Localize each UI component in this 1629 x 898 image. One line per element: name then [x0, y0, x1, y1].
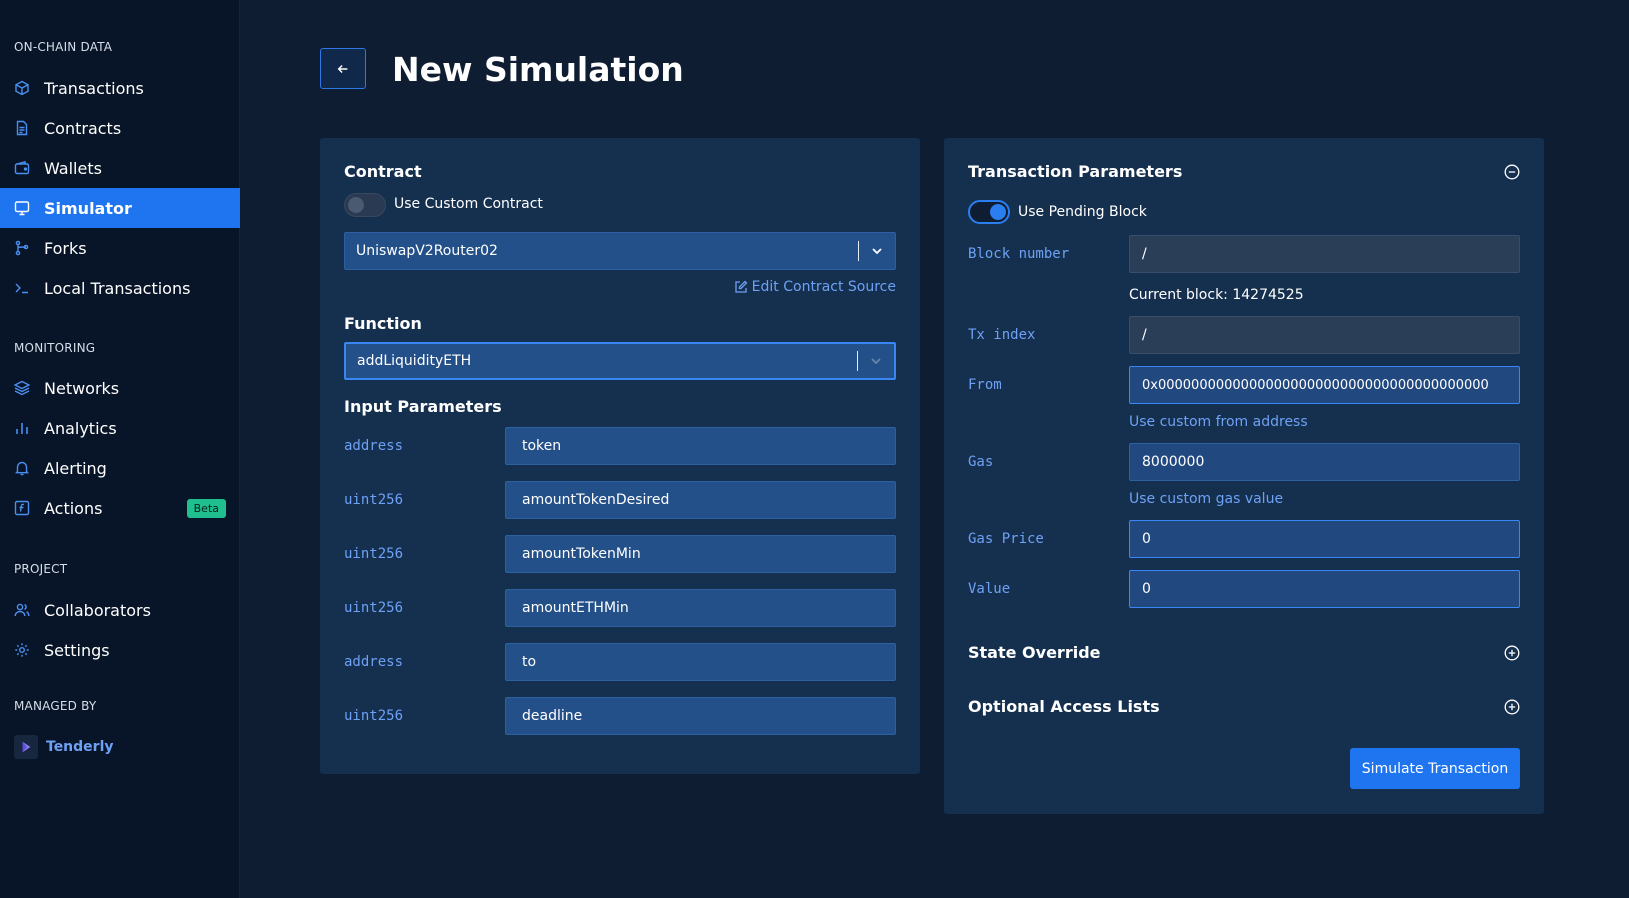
sidebar-item-forks[interactable]: Forks — [0, 228, 240, 268]
sidebar-item-settings[interactable]: Settings — [0, 630, 240, 670]
contract-select[interactable]: UniswapV2Router02 — [344, 232, 896, 270]
terminal-icon — [14, 280, 30, 296]
custom-contract-label: Use Custom Contract — [394, 196, 543, 212]
value-label: Value — [968, 581, 1011, 597]
tenderly-logo-icon — [14, 735, 38, 759]
sidebar-item-label: Networks — [44, 378, 120, 398]
sidebar-item-alerting[interactable]: Alerting — [0, 448, 240, 488]
input-parameters-heading: Input Parameters — [344, 397, 502, 416]
param-type: uint256 — [344, 708, 404, 724]
from-label: From — [968, 377, 1002, 393]
param-input-amount-token-min[interactable]: amountTokenMin — [505, 535, 896, 573]
managed-by-name: Tenderly — [46, 739, 114, 755]
section-title-managed-by: MANAGED BY — [14, 699, 97, 713]
layers-icon — [14, 380, 30, 396]
bar-chart-icon — [14, 420, 30, 436]
param-input-amount-eth-min[interactable]: amountETHMin — [505, 589, 896, 627]
gas-price-label: Gas Price — [968, 531, 1044, 547]
sidebar-item-label: Alerting — [44, 458, 107, 478]
custom-gas-value-link[interactable]: Use custom gas value — [1129, 491, 1283, 507]
collapse-minus-icon[interactable] — [1504, 164, 1520, 180]
access-lists-heading[interactable]: Optional Access Lists — [968, 697, 1160, 716]
value-input[interactable]: 0 — [1129, 570, 1520, 608]
expand-plus-icon[interactable] — [1504, 645, 1520, 661]
edit-icon — [735, 280, 748, 293]
simulate-transaction-button[interactable]: Simulate Transaction — [1350, 748, 1520, 789]
custom-contract-toggle[interactable] — [344, 193, 386, 217]
param-type: uint256 — [344, 546, 404, 562]
sidebar-item-label: Wallets — [44, 158, 102, 178]
sidebar-item-label: Analytics — [44, 418, 117, 438]
chevron-down-icon — [871, 358, 881, 365]
document-icon — [14, 120, 30, 136]
transaction-parameters-heading: Transaction Parameters — [968, 162, 1183, 181]
block-number-label: Block number — [968, 246, 1070, 262]
sidebar-item-contracts[interactable]: Contracts — [0, 108, 240, 148]
sidebar-item-label: Local Transactions — [44, 278, 191, 298]
expand-plus-icon[interactable] — [1504, 699, 1520, 715]
function-select[interactable]: addLiquidityETH — [344, 342, 896, 380]
contract-panel: Contract Use Custom Contract UniswapV2Ro… — [320, 138, 920, 774]
gas-input[interactable]: 8000000 — [1129, 443, 1520, 481]
sidebar-item-local-transactions[interactable]: Local Transactions — [0, 268, 240, 308]
tx-index-input[interactable]: / — [1129, 316, 1520, 354]
gas-label: Gas — [968, 454, 994, 470]
sidebar-item-label: Simulator — [44, 198, 132, 218]
contract-heading: Contract — [344, 162, 422, 181]
arrow-left-icon — [337, 64, 348, 73]
sidebar-item-transactions[interactable]: Transactions — [0, 68, 240, 108]
block-number-input[interactable]: / — [1129, 235, 1520, 273]
sidebar-item-wallets[interactable]: Wallets — [0, 148, 240, 188]
section-title-on-chain-data: ON-CHAIN DATA — [14, 40, 113, 54]
gas-price-input[interactable]: 0 — [1129, 520, 1520, 558]
param-type: uint256 — [344, 600, 404, 616]
sidebar-item-label: Transactions — [44, 78, 144, 98]
page-title: New Simulation — [392, 50, 684, 89]
sidebar-item-label: Actions — [44, 498, 103, 518]
gear-icon — [14, 642, 30, 658]
sidebar-item-label: Contracts — [44, 118, 122, 138]
sidebar: ON-CHAIN DATA Transactions Contracts Wal… — [0, 0, 240, 898]
users-icon — [14, 602, 30, 618]
sidebar-item-label: Forks — [44, 238, 87, 258]
param-input-to[interactable]: to — [505, 643, 896, 681]
beta-badge: Beta — [186, 498, 226, 518]
monitor-icon — [14, 200, 30, 216]
managed-by-tenderly[interactable]: Tenderly — [14, 735, 114, 759]
edit-contract-source-link[interactable]: Edit Contract Source — [734, 279, 896, 295]
sidebar-item-collaborators[interactable]: Collaborators — [0, 590, 240, 630]
param-type: address — [344, 654, 404, 670]
sidebar-item-label: Settings — [44, 640, 110, 660]
back-button[interactable] — [320, 48, 366, 89]
bell-icon — [14, 460, 30, 476]
custom-from-address-link[interactable]: Use custom from address — [1129, 414, 1308, 430]
sidebar-item-analytics[interactable]: Analytics — [0, 408, 240, 448]
sidebar-item-simulator[interactable]: Simulator — [0, 188, 240, 228]
pending-block-label: Use Pending Block — [1018, 204, 1147, 220]
param-type: address — [344, 438, 404, 454]
contract-select-value: UniswapV2Router02 — [356, 243, 498, 259]
section-title-monitoring: MONITORING — [14, 341, 96, 355]
param-input-deadline[interactable]: deadline — [505, 697, 896, 735]
function-select-value: addLiquidityETH — [357, 353, 472, 369]
sidebar-item-actions[interactable]: Actions Beta — [0, 488, 240, 528]
fork-icon — [14, 240, 30, 256]
tx-index-label: Tx index — [968, 327, 1036, 343]
param-input-token[interactable]: token — [505, 427, 896, 465]
param-input-amount-token-desired[interactable]: amountTokenDesired — [505, 481, 896, 519]
chevron-down-icon — [872, 248, 882, 255]
function-icon — [14, 500, 30, 516]
function-heading: Function — [344, 314, 422, 333]
section-title-project: PROJECT — [14, 562, 68, 576]
transaction-parameters-panel: Transaction Parameters Use Pending Block… — [944, 138, 1544, 814]
cube-icon — [14, 80, 30, 96]
pending-block-toggle[interactable] — [968, 200, 1010, 224]
state-override-heading[interactable]: State Override — [968, 643, 1101, 662]
param-type: uint256 — [344, 492, 404, 508]
sidebar-item-label: Collaborators — [44, 600, 151, 620]
current-block-text: Current block: 14274525 — [1129, 287, 1304, 303]
sidebar-item-networks[interactable]: Networks — [0, 368, 240, 408]
from-input[interactable]: 0x00000000000000000000000000000000000000… — [1129, 366, 1520, 404]
wallet-icon — [14, 160, 30, 176]
